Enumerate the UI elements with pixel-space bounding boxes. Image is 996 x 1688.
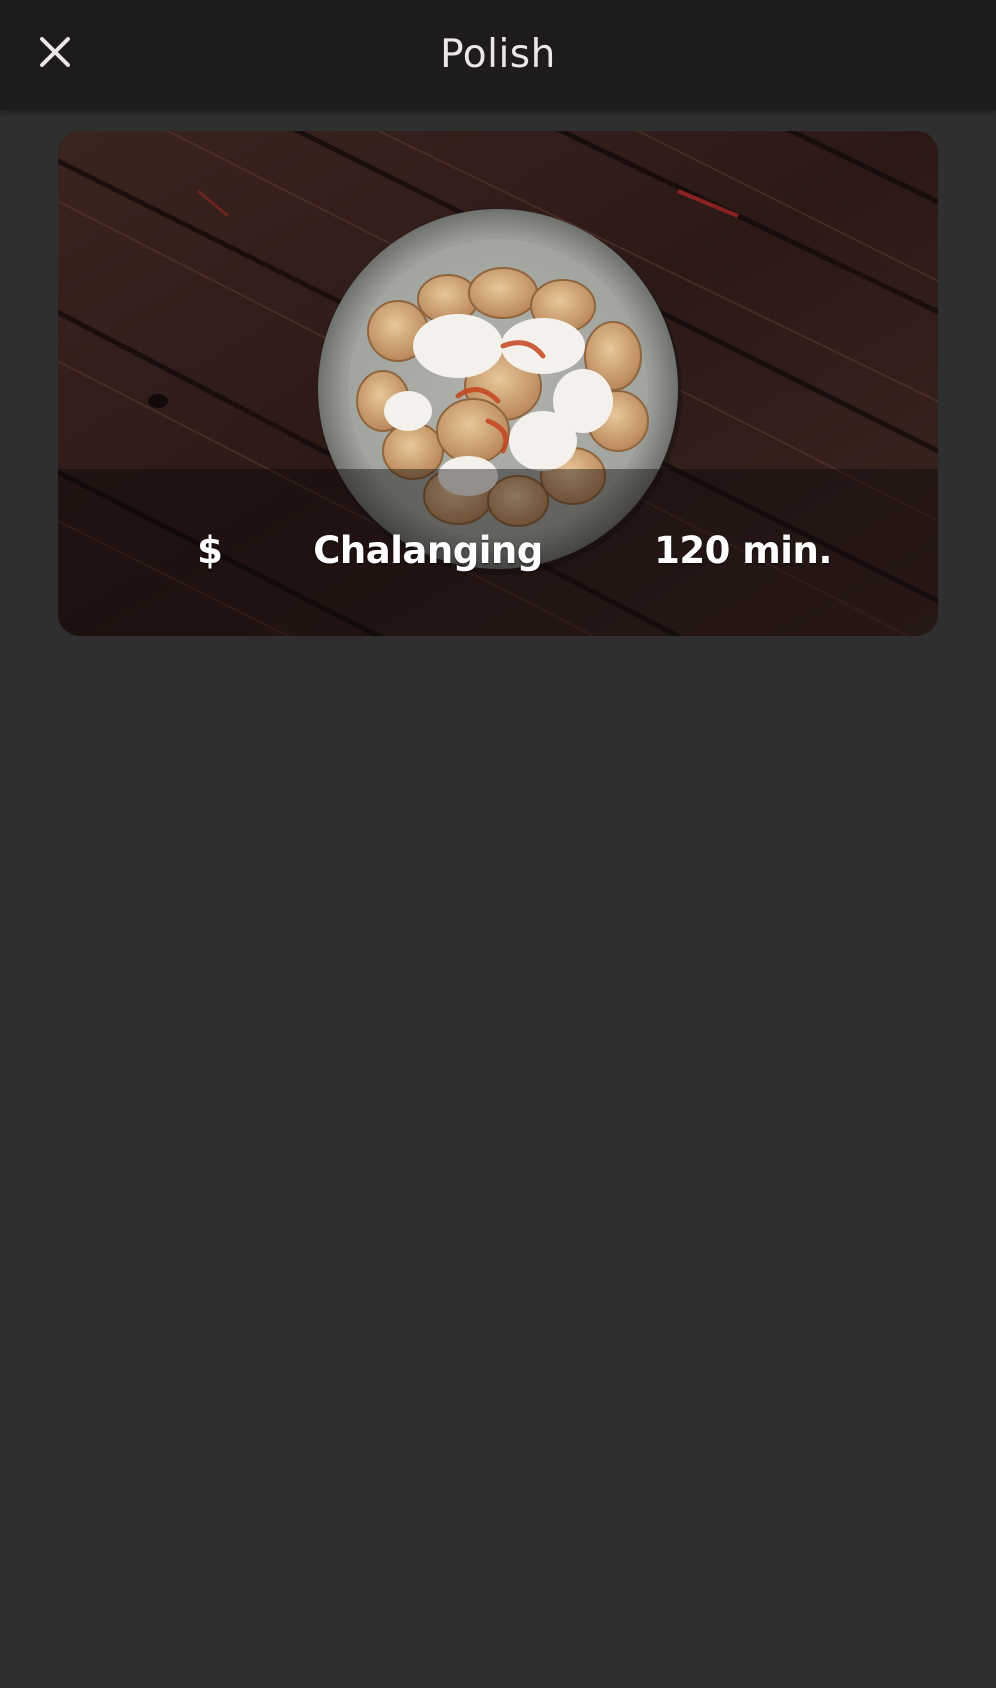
recipe-price: $ <box>197 529 223 572</box>
app-bar: Polish <box>0 0 996 110</box>
recipe-difficulty: Chalanging <box>313 529 543 572</box>
page-title: Polish <box>440 32 556 77</box>
recipe-time: 120 min. <box>654 529 832 572</box>
main-content: $ Chalanging 120 min. <box>0 110 996 1688</box>
recipe-card[interactable]: $ Chalanging 120 min. <box>58 131 938 636</box>
